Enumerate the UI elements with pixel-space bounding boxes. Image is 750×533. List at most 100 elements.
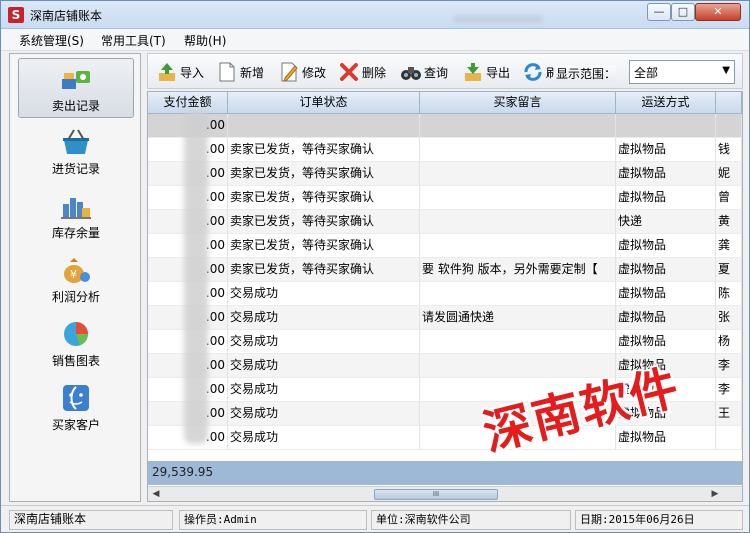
chevron-down-icon: ▼ bbox=[722, 65, 730, 76]
sidebar-item-sales[interactable]: 卖出记录 bbox=[18, 58, 134, 118]
import-label: 导入 bbox=[180, 65, 205, 80]
cell-extra: 王 bbox=[716, 402, 742, 426]
query-button[interactable]: 查询 bbox=[400, 60, 448, 84]
cell-message bbox=[420, 330, 616, 354]
cell-message: 要 软件狗 版本，另外需要定制【 bbox=[420, 258, 616, 282]
export-icon bbox=[465, 63, 481, 81]
cell-status: 卖家已发货，等待买家确认 bbox=[228, 234, 420, 258]
sidebar-item-profit[interactable]: ¥ 利润分析 bbox=[18, 250, 134, 310]
menu-system[interactable]: 系统管理(S) bbox=[19, 32, 84, 49]
sidebar: 卖出记录 进货记录 库存余量 ¥ 利润分析 销售图表 买家客户 bbox=[9, 53, 141, 502]
cell-shipping: 虚拟物品 bbox=[616, 258, 716, 282]
inventory-icon bbox=[61, 198, 91, 219]
cell-status: 交易成功 bbox=[228, 282, 420, 306]
cell-message bbox=[420, 138, 616, 162]
import-button[interactable]: 导入 bbox=[156, 60, 204, 84]
table-row[interactable]: .00 交易成功 虚拟物品陈 bbox=[148, 282, 742, 306]
cell-status: 卖家已发货，等待买家确认 bbox=[228, 186, 420, 210]
sidebar-item-sales-chart[interactable]: 销售图表 bbox=[18, 314, 134, 374]
delete-label: 删除 bbox=[362, 65, 387, 80]
delete-icon bbox=[340, 63, 358, 81]
cell-status: 卖家已发货，等待买家确认 bbox=[228, 138, 420, 162]
window-title: 深南店铺账本 bbox=[30, 9, 103, 23]
cell-message bbox=[420, 186, 616, 210]
cell-extra: 李 bbox=[716, 354, 742, 378]
close-button[interactable]: ✕ bbox=[695, 3, 741, 21]
table-row[interactable]: .00 卖家已发货，等待买家确认 虚拟物品妮 bbox=[148, 162, 742, 186]
edit-icon bbox=[281, 62, 298, 82]
table-row[interactable]: .00 交易成功 请发圆通快递 虚拟物品张 bbox=[148, 306, 742, 330]
cell-shipping: 虚拟物品 bbox=[616, 162, 716, 186]
menu-help[interactable]: 帮助(H) bbox=[184, 32, 226, 49]
edit-button[interactable]: 修改 bbox=[278, 60, 326, 84]
scroll-thumb[interactable]: III bbox=[374, 489, 498, 500]
blurred-title-region bbox=[453, 15, 543, 23]
cell-extra bbox=[716, 426, 742, 450]
table-header: 支付金额 订单状态 买家留言 运送方式 bbox=[148, 92, 742, 114]
cell-extra: 妮 bbox=[716, 162, 742, 186]
table-row[interactable]: .00 bbox=[148, 114, 742, 138]
scroll-grip: III bbox=[432, 490, 440, 498]
sidebar-item-label: 销售图表 bbox=[51, 354, 100, 368]
status-operator: 操作员:Admin bbox=[179, 510, 367, 530]
cell-extra bbox=[716, 114, 742, 138]
minimize-button[interactable]: — bbox=[647, 3, 671, 21]
column-header-message[interactable]: 买家留言 bbox=[420, 92, 616, 114]
horizontal-scrollbar[interactable]: ◀ III ▶ bbox=[148, 486, 742, 501]
cell-extra: 曾 bbox=[716, 186, 742, 210]
cell-message: 请发圆通快递 bbox=[420, 306, 616, 330]
table-row[interactable]: .00 交易成功 虚拟物品杨 bbox=[148, 330, 742, 354]
toolbar: 导入 新增 修改 删除 查询 导出 刷 显示范围： 全部 ▼ bbox=[147, 53, 743, 89]
cell-extra: 夏 bbox=[716, 258, 742, 282]
add-label: 新增 bbox=[240, 65, 265, 80]
sidebar-item-customers[interactable]: 买家客户 bbox=[18, 378, 134, 438]
edit-label: 修改 bbox=[302, 65, 327, 80]
cell-status: 交易成功 bbox=[228, 330, 420, 354]
cell-extra: 黄 bbox=[716, 210, 742, 234]
binoculars-icon bbox=[401, 67, 421, 80]
cell-status bbox=[228, 114, 420, 138]
column-header-status[interactable]: 订单状态 bbox=[228, 92, 420, 114]
column-header-shipping[interactable]: 运送方式 bbox=[616, 92, 716, 114]
sidebar-item-label: 卖出记录 bbox=[51, 99, 100, 113]
sidebar-item-purchases[interactable]: 进货记录 bbox=[18, 122, 134, 182]
status-org: 单位:深南软件公司 bbox=[371, 510, 571, 530]
table-row[interactable]: .00 卖家已发货，等待买家确认要 软件狗 版本，另外需要定制【 虚拟物品夏 bbox=[148, 258, 742, 282]
cell-shipping: 快递 bbox=[616, 210, 716, 234]
cell-shipping: 虚拟物品 bbox=[616, 426, 716, 450]
basket-icon bbox=[63, 129, 89, 154]
app-window: S 深南店铺账本 — □ ✕ 系统管理(S) 常用工具(T) 帮助(H) 卖出记… bbox=[0, 0, 750, 533]
menu-tools[interactable]: 常用工具(T) bbox=[101, 32, 166, 49]
sales-records-table: 支付金额 订单状态 买家留言 运送方式 .00 .00 卖家已发货，等待买家确认 虚拟… bbox=[147, 91, 743, 502]
cell-status: 交易成功 bbox=[228, 354, 420, 378]
cell-shipping: 虚拟物品 bbox=[616, 234, 716, 258]
title-bar[interactable]: S 深南店铺账本 — □ ✕ bbox=[1, 1, 749, 29]
refresh-button[interactable]: 刷 bbox=[522, 60, 558, 84]
cell-message bbox=[420, 162, 616, 186]
cell-shipping: 虚拟物品 bbox=[616, 306, 716, 330]
cell-extra: 陈 bbox=[716, 282, 742, 306]
customer-icon bbox=[63, 385, 89, 411]
sidebar-item-inventory[interactable]: 库存余量 bbox=[18, 186, 134, 246]
status-bar: 深南店铺账本 操作员:Admin 单位:深南软件公司 日期:2015年06月26… bbox=[1, 505, 749, 532]
display-range-value: 全部 bbox=[634, 66, 659, 80]
column-header-extra[interactable] bbox=[716, 92, 742, 114]
add-button[interactable]: 新增 bbox=[216, 60, 264, 84]
export-button[interactable]: 导出 bbox=[462, 60, 510, 84]
scroll-right-icon[interactable]: ▶ bbox=[708, 488, 722, 500]
pie-chart-icon bbox=[64, 322, 88, 346]
delete-button[interactable]: 删除 bbox=[338, 60, 386, 84]
scroll-left-icon[interactable]: ◀ bbox=[149, 488, 163, 500]
table-row[interactable]: .00 卖家已发货，等待买家确认 快递黄 bbox=[148, 210, 742, 234]
cell-extra: 杨 bbox=[716, 330, 742, 354]
table-row[interactable]: .00 卖家已发货，等待买家确认 虚拟物品龚 bbox=[148, 234, 742, 258]
table-row[interactable]: .00 交易成功 虚拟物品 bbox=[148, 426, 742, 450]
display-range-select[interactable]: 全部 ▼ bbox=[629, 60, 735, 84]
maximize-button[interactable]: □ bbox=[671, 3, 695, 21]
table-row[interactable]: .00 卖家已发货，等待买家确认 虚拟物品曾 bbox=[148, 186, 742, 210]
cell-status: 交易成功 bbox=[228, 426, 420, 450]
cell-message bbox=[420, 210, 616, 234]
menu-bar: 系统管理(S) 常用工具(T) 帮助(H) bbox=[1, 29, 749, 51]
table-row[interactable]: .00 卖家已发货，等待买家确认 虚拟物品钱 bbox=[148, 138, 742, 162]
cell-shipping: 虚拟物品 bbox=[616, 138, 716, 162]
